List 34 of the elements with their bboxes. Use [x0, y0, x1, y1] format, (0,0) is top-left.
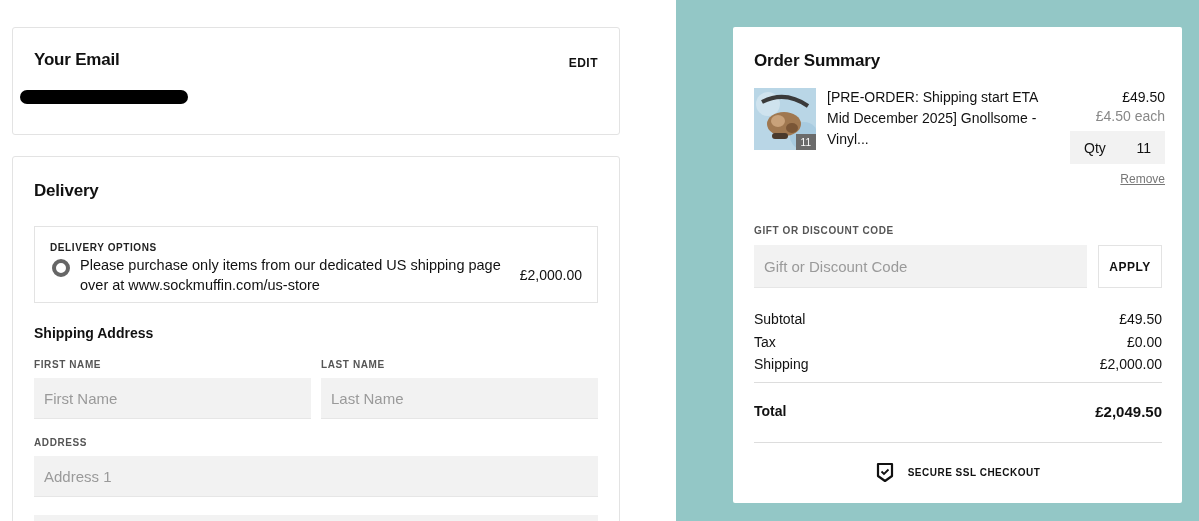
total-label: Total — [754, 402, 787, 420]
field-label: GIFT OR DISCOUNT CODE — [754, 225, 895, 236]
section-title: Delivery — [34, 181, 100, 201]
input-field[interactable]: Gift or Discount Code — [754, 245, 1087, 288]
quantity-badge: 11 — [795, 134, 816, 150]
shield-check-icon — [875, 461, 894, 483]
input-field[interactable]: Address 1 — [34, 456, 598, 497]
options-label: DELIVERY OPTIONS — [50, 242, 158, 253]
total-label: Shipping — [754, 355, 809, 374]
field-label: LAST NAME — [321, 359, 386, 370]
radio-button[interactable] — [52, 259, 70, 277]
item-price: £49.50 — [1122, 88, 1165, 107]
total-label: Tax — [754, 332, 776, 352]
field-label: FIRST NAME — [34, 359, 103, 370]
total-value: £2,049.50 — [1095, 402, 1162, 420]
section-title: Your Email — [34, 50, 120, 70]
total-value: £49.50 — [1119, 310, 1162, 329]
total-value: £2,000.00 — [1099, 355, 1162, 374]
secure-note: SECURE SSL CHECKOUT — [907, 466, 1041, 478]
unit-price: £4.50 each — [1095, 107, 1165, 125]
field-label: ADDRESS — [34, 437, 89, 448]
option-price: £2,000.00 — [519, 267, 582, 283]
product-name: [PRE-ORDER: Shipping start ETA Mid December 2025] Gnollsome - Vinyl... — [827, 88, 1039, 149]
edit-link[interactable]: EDIT — [568, 56, 598, 70]
input-field[interactable]: First Name — [34, 378, 311, 419]
input-field[interactable]: Last Name — [321, 378, 598, 419]
subsection-title: Shipping Address — [34, 325, 155, 341]
section-title: Order Summary — [754, 51, 881, 71]
remove-link[interactable]: Remove — [1120, 172, 1165, 186]
apply-button[interactable]: APPLY — [1098, 245, 1162, 288]
total-label: Subtotal — [754, 310, 806, 329]
total-value: £0.00 — [1126, 332, 1162, 352]
option-label: Please purchase only items from our dedicated US shipping page over at www.sockmuffin.com/us-store — [80, 256, 502, 295]
quantity-field[interactable]: Qty 11 — [1070, 131, 1165, 164]
